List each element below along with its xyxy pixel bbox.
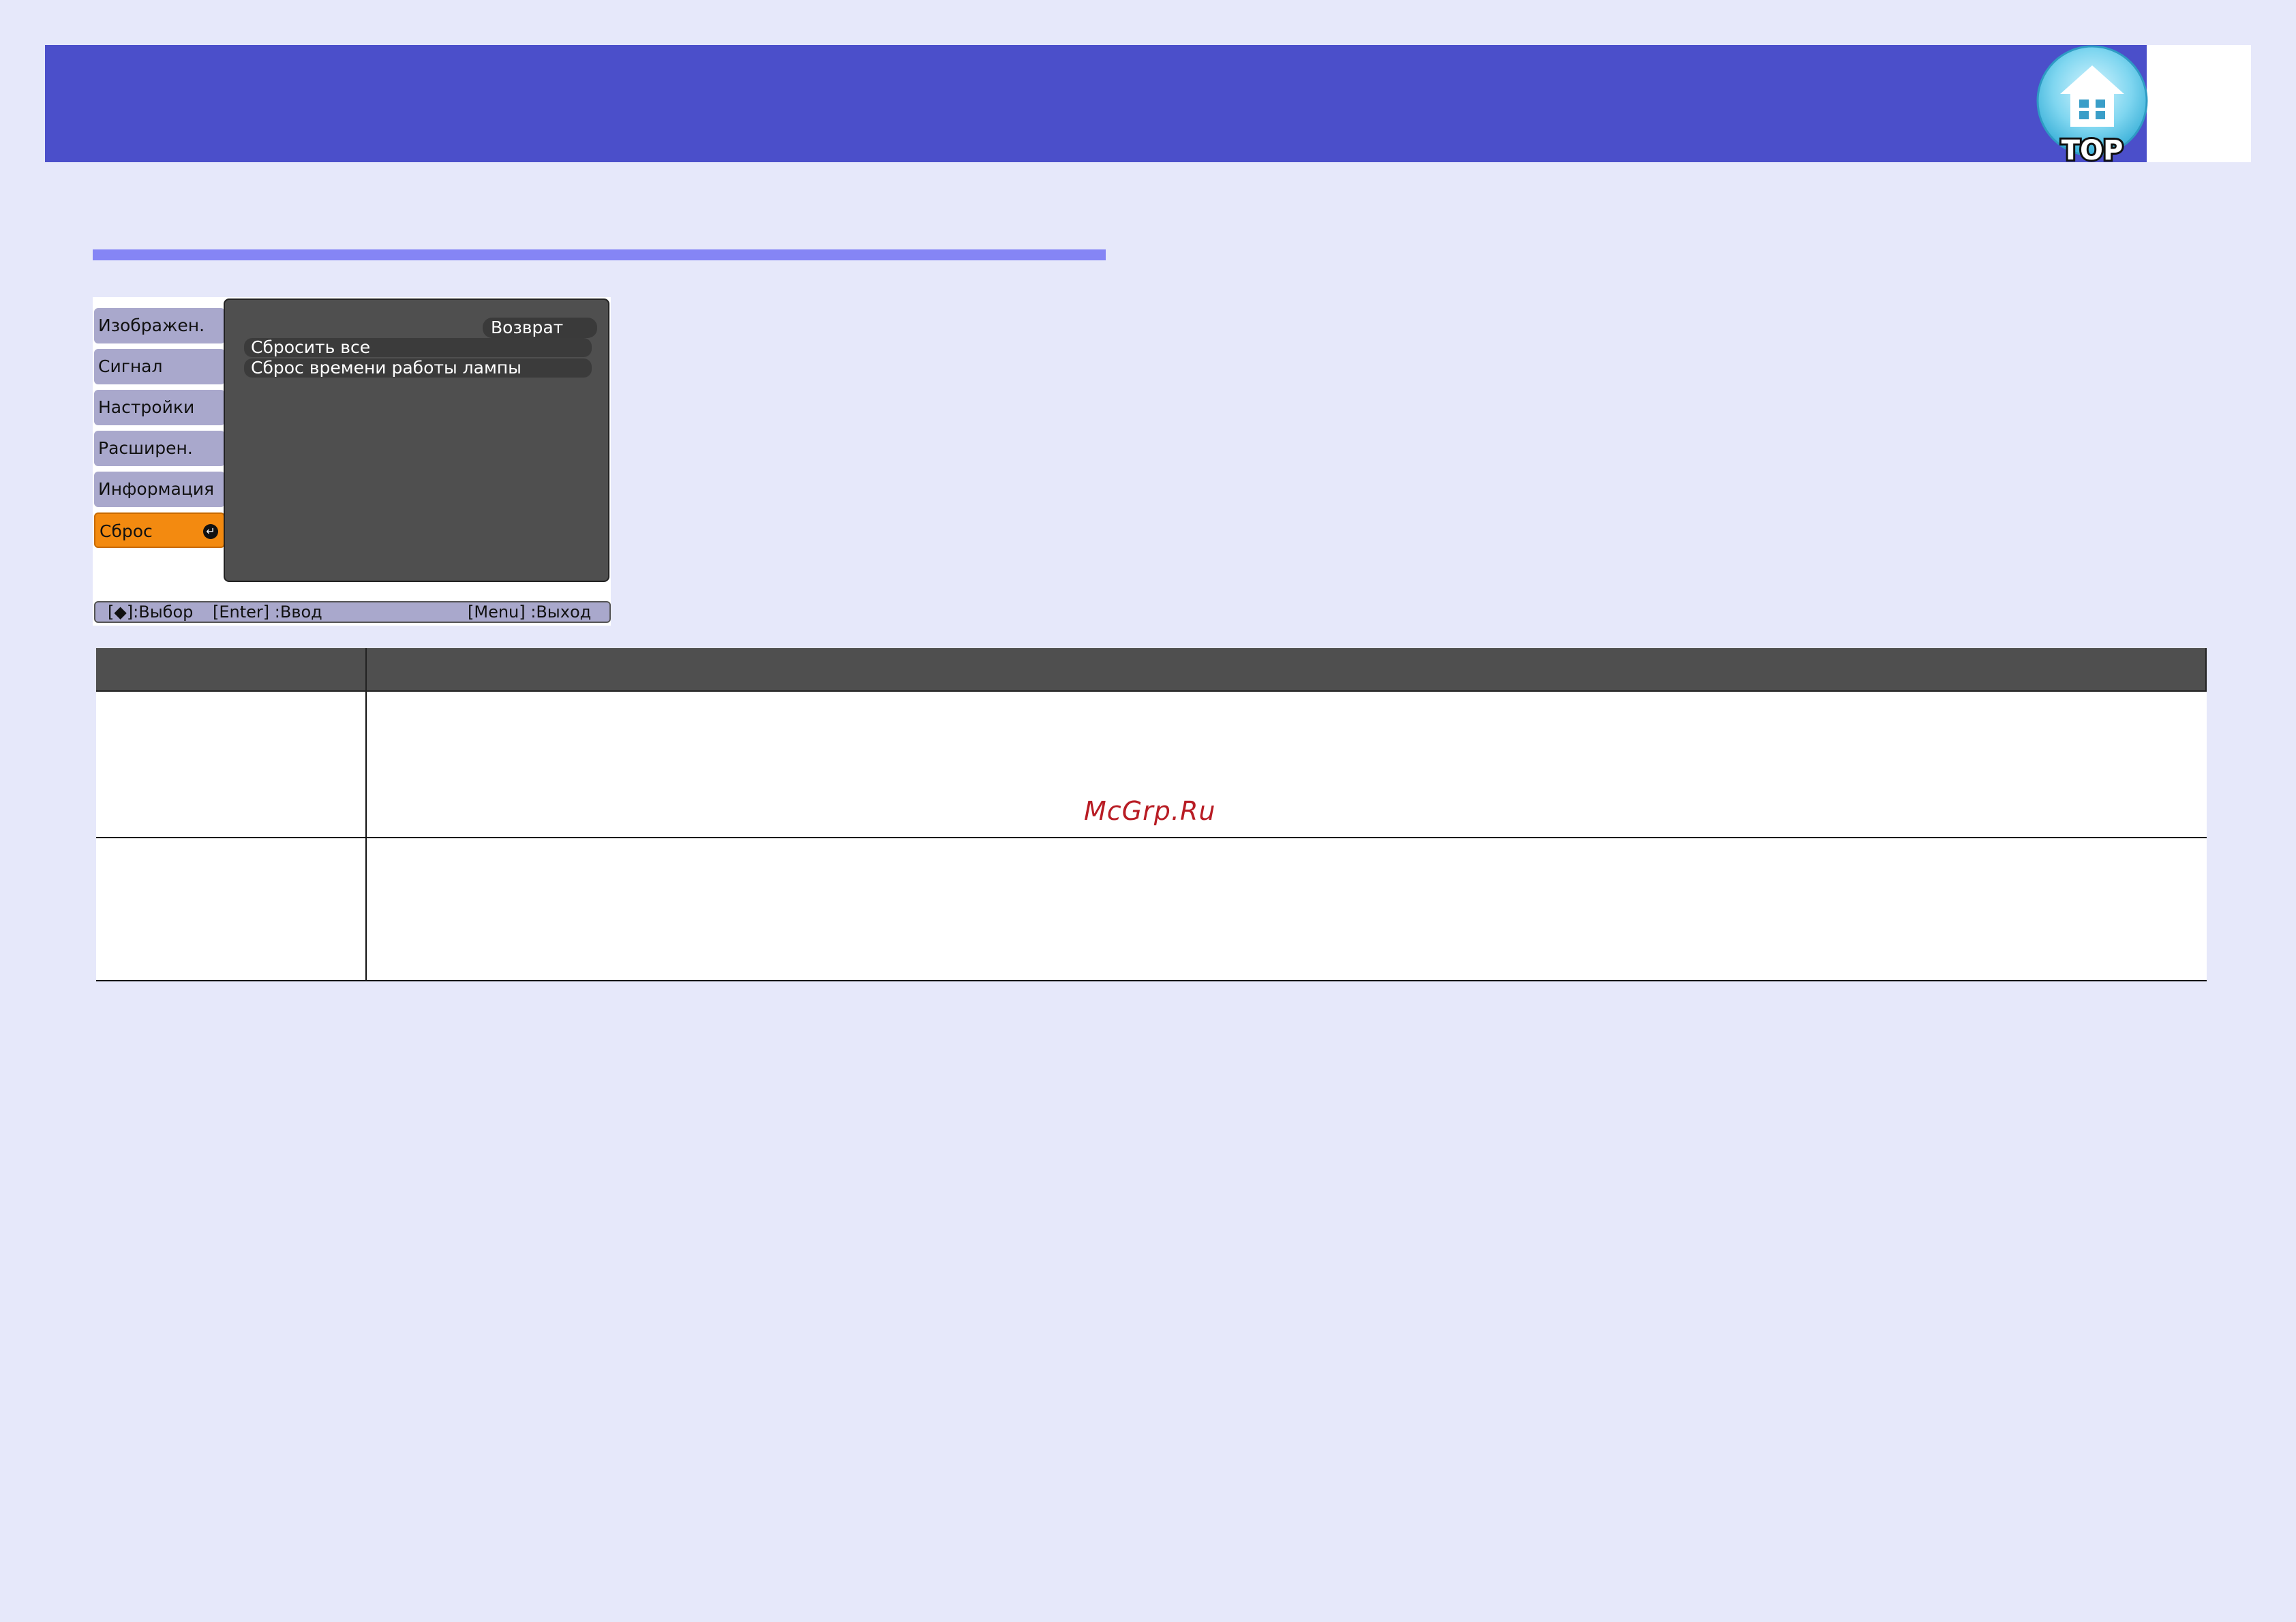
footer-exit-hint: [Menu] :Выход — [468, 602, 592, 622]
menu-tab-reset: Сброс ↵ — [94, 512, 225, 548]
top-button[interactable]: TOP — [2036, 45, 2149, 165]
reset-lamp-hours-option: Сброс времени работы лампы — [244, 358, 592, 378]
menu-tab-info: Информация — [94, 472, 233, 507]
menu-tab-settings: Настройки — [94, 390, 233, 425]
menu-tab-label: Настройки — [98, 397, 195, 417]
return-option: Возврат — [483, 318, 597, 338]
menu-tab-label: Изображен. — [98, 316, 205, 335]
menu-footer-hints: [◆]:Выбор [Enter] :Ввод [Menu] :Выход — [94, 601, 611, 623]
table-row-divider — [96, 980, 2207, 981]
reset-all-option: Сбросить все — [244, 338, 592, 357]
menu-tab-label: Информация — [98, 479, 215, 499]
section-rule — [93, 249, 1106, 260]
menu-tab-image: Изображен. — [94, 308, 233, 343]
table-row-divider — [96, 837, 2207, 838]
header-band — [45, 45, 2147, 162]
enter-arrow-icon: ↵ — [203, 524, 218, 539]
top-label: TOP — [2061, 135, 2124, 165]
footer-enter-hint: [Enter] :Ввод — [213, 602, 322, 622]
menu-tab-label: Расширен. — [98, 438, 193, 458]
menu-tab-extended: Расширен. — [94, 431, 233, 466]
menu-tab-signal: Сигнал — [94, 349, 233, 384]
table-header-cell — [367, 648, 2207, 692]
watermark: McGrp.Ru — [1084, 796, 1216, 826]
submenu-panel: Возврат Сбросить все Сброс времени работ… — [224, 299, 609, 582]
footer-select-hint: [◆]:Выбор — [108, 602, 194, 622]
projector-menu-screenshot: Изображен. Сигнал Настройки Расширен. Ин… — [93, 297, 611, 626]
menu-tab-label: Сброс — [100, 521, 153, 541]
table-header-cell — [96, 648, 367, 692]
header-corner — [2147, 45, 2251, 162]
home-icon: TOP — [2036, 45, 2148, 165]
menu-tab-label: Сигнал — [98, 356, 163, 376]
